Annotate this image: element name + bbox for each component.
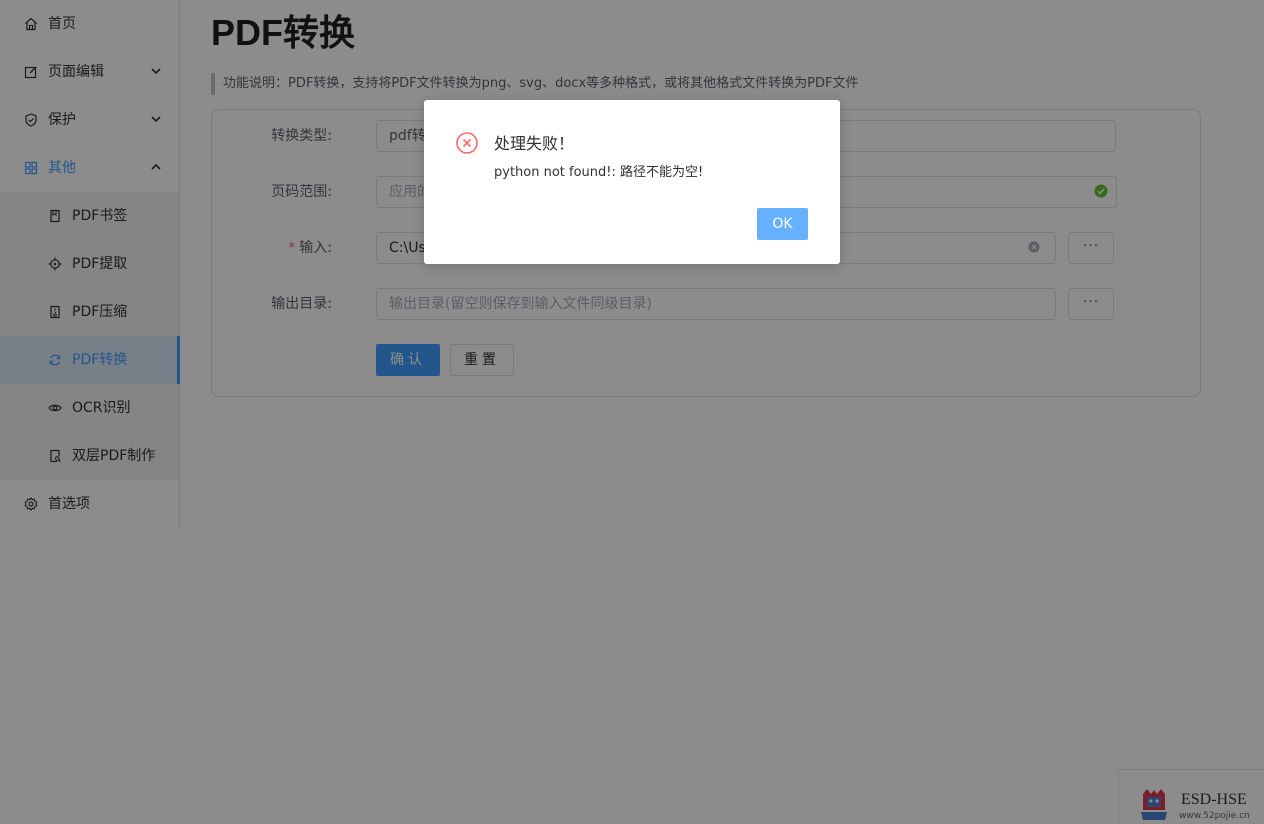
- error-circle-icon: [456, 132, 478, 154]
- error-dialog: 处理失败！ python not found!: 路径不能为空! OK: [424, 100, 840, 264]
- dialog-title: 处理失败！: [494, 134, 575, 153]
- ok-button[interactable]: OK: [757, 208, 808, 240]
- dialog-message: python not found!: 路径不能为空!: [494, 165, 704, 180]
